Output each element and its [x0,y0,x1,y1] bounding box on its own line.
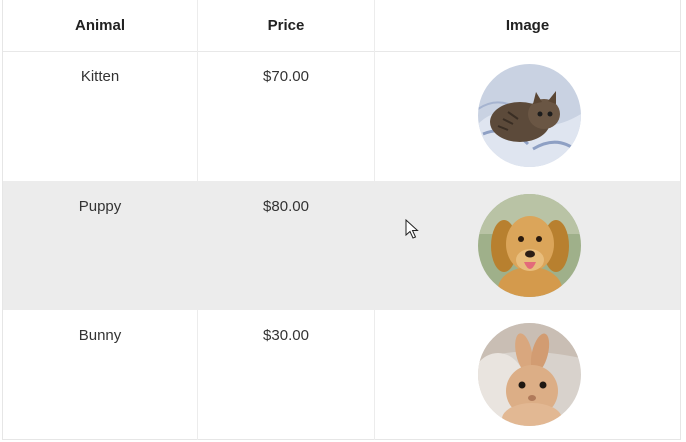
column-header-animal[interactable]: Animal [3,0,198,51]
animal-table: Animal Price Image Kitten $70.00 Puppy $… [2,0,681,440]
table-row[interactable]: Bunny $30.00 [3,310,680,440]
price-cell: $80.00 [198,181,375,310]
kitten-photo [478,64,581,167]
mouse-pointer-icon [405,218,419,246]
price-cell: $30.00 [198,310,375,440]
puppy-photo [478,194,581,297]
animal-name-cell: Kitten [3,51,198,181]
table-row[interactable]: Puppy $80.00 [3,181,680,310]
table-row[interactable]: Kitten $70.00 [3,51,680,181]
column-header-price[interactable]: Price [198,0,375,51]
image-cell [375,51,680,181]
price-cell: $70.00 [198,51,375,181]
image-cell [375,181,680,310]
animal-name-cell: Bunny [3,310,198,440]
column-header-image[interactable]: Image [375,0,680,51]
animal-name-cell: Puppy [3,181,198,310]
bunny-photo [478,323,581,426]
image-cell [375,310,680,440]
table-header-row: Animal Price Image [3,0,680,52]
